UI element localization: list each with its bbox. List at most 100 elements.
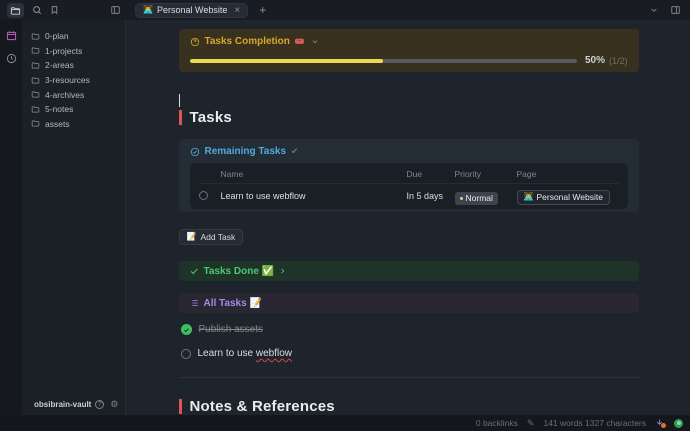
list-icon xyxy=(189,298,199,308)
word-count[interactable]: 141 words 1327 characters xyxy=(543,418,646,428)
completion-progress-fill xyxy=(190,59,384,63)
list-item: Learn to use webflow xyxy=(181,347,293,360)
sidebar-item-1-projects[interactable]: 1-projects xyxy=(31,44,125,59)
gear-icon[interactable]: ⚙ xyxy=(110,400,118,409)
folder-icon xyxy=(31,46,40,55)
question-circle-icon xyxy=(190,37,200,47)
priority-badge[interactable]: Normal xyxy=(455,192,498,205)
bookmark-icon[interactable] xyxy=(50,5,59,15)
expand-right-sidebar-icon[interactable] xyxy=(670,5,681,15)
ribbon xyxy=(0,20,22,415)
chevron-down-icon[interactable] xyxy=(649,6,659,14)
folder-icon xyxy=(31,105,40,114)
folder-label: 1-projects xyxy=(45,46,82,56)
table-row: Learn to use webflow In 5 days Normal 👨‍… xyxy=(199,184,619,207)
tab-title: Personal Website xyxy=(157,5,227,15)
tasks-completion-callout[interactable]: Tasks Completion 🎟️ 50% (1/2) xyxy=(179,29,639,72)
sidebar-item-5-notes[interactable]: 5-notes xyxy=(31,102,125,117)
new-tab-icon[interactable]: + xyxy=(259,4,266,16)
tasks-done-callout[interactable]: Tasks Done ✅ xyxy=(179,261,639,281)
tab-personal-website[interactable]: 👨‍💻 Personal Website × xyxy=(135,3,248,18)
remaining-tasks-table: Name Due Priority Page Learn to use webf… xyxy=(190,163,628,209)
priority-dot xyxy=(460,197,463,200)
update-available-icon[interactable] xyxy=(655,418,665,428)
folder-label: 3-resources xyxy=(45,75,90,85)
folder-icon xyxy=(31,61,40,70)
vault-name: obsibrain-vault xyxy=(34,400,91,409)
completion-emoji: 🎟️ xyxy=(295,38,305,46)
task-label[interactable]: Learn to use webflow xyxy=(198,348,293,359)
sync-status-icon[interactable] xyxy=(674,419,683,428)
page-link[interactable]: 👨‍💻 Personal Website xyxy=(517,190,610,205)
folder-icon xyxy=(31,90,40,99)
completion-title: Tasks Completion xyxy=(205,36,290,47)
heading-accent-bar xyxy=(179,110,182,125)
sidebar-item-4-archives[interactable]: 4-archives xyxy=(31,87,125,102)
files-icon[interactable] xyxy=(7,3,24,18)
folder-icon xyxy=(31,32,40,41)
task-name[interactable]: Learn to use webflow xyxy=(221,191,407,201)
check-circle-icon xyxy=(190,147,200,157)
folder-icon xyxy=(31,119,40,128)
task-due: In 5 days xyxy=(407,191,455,201)
completion-percent: 50% xyxy=(585,55,605,66)
folder-icon xyxy=(31,76,40,85)
text-cursor xyxy=(179,94,180,107)
list-item: Publish assets xyxy=(181,323,263,336)
heading-accent-bar xyxy=(179,399,182,414)
completion-fraction: (1/2) xyxy=(609,56,628,66)
folder-label: assets xyxy=(45,119,70,129)
remaining-tasks-callout: Remaining Tasks ✔ Name Due Priority Page… xyxy=(179,139,639,212)
collapse-left-sidebar-icon[interactable] xyxy=(110,5,121,15)
remaining-title: Remaining Tasks xyxy=(205,146,287,157)
col-priority: Priority xyxy=(455,169,517,179)
sidebar-header xyxy=(0,0,126,20)
title-bar: 👨‍💻 Personal Website × + xyxy=(0,0,690,20)
calendar-icon[interactable] xyxy=(6,30,17,41)
check-icon xyxy=(189,266,199,276)
col-due: Due xyxy=(407,169,455,179)
remaining-check-suffix: ✔ xyxy=(291,146,299,157)
sidebar-item-3-resources[interactable]: 3-resources xyxy=(31,73,125,88)
backlinks-count[interactable]: 0 backlinks xyxy=(476,418,518,428)
editor-pane: Tasks Completion 🎟️ 50% (1/2) Tasks Rema… xyxy=(127,20,690,415)
page-emoji: 👨‍💻 xyxy=(524,193,534,201)
search-icon[interactable] xyxy=(32,5,42,15)
clock-icon[interactable] xyxy=(6,53,17,64)
completion-progress-bar xyxy=(190,59,577,63)
status-bar: 0 backlinks ✎ 141 words 1327 characters xyxy=(0,415,690,431)
add-task-button[interactable]: 📝 Add Task xyxy=(179,229,244,245)
file-explorer: 0-plan 1-projects 2-areas 3-resources 4-… xyxy=(22,20,126,415)
all-title: All Tasks 📝 xyxy=(204,298,262,309)
done-title: Tasks Done ✅ xyxy=(204,266,275,277)
check-icon xyxy=(183,327,190,333)
all-tasks-callout[interactable]: All Tasks 📝 xyxy=(179,293,639,313)
col-page: Page xyxy=(517,169,619,179)
col-name: Name xyxy=(221,169,407,179)
folder-label: 2-areas xyxy=(45,60,74,70)
table-header-row: Name Due Priority Page xyxy=(199,165,619,184)
folder-label: 4-archives xyxy=(45,90,84,100)
folder-label: 0-plan xyxy=(45,31,69,41)
pencil-icon: ✎ xyxy=(527,419,535,428)
vault-switcher[interactable]: obsibrain-vault ? ⚙ xyxy=(25,397,122,412)
folder-label: 5-notes xyxy=(45,104,73,114)
notification-dot xyxy=(661,423,666,428)
checkbox-checked[interactable] xyxy=(181,324,192,335)
sidebar-item-2-areas[interactable]: 2-areas xyxy=(31,58,125,73)
tab-close-icon[interactable]: × xyxy=(234,5,240,16)
tasks-heading: Tasks xyxy=(179,109,232,126)
note-emoji-icon: 👨‍💻 xyxy=(143,6,153,14)
chevron-right-icon[interactable] xyxy=(279,267,286,275)
notes-references-heading: Notes & References xyxy=(179,398,335,415)
sidebar-item-assets[interactable]: assets xyxy=(31,117,125,132)
misspelled-word: webflow xyxy=(256,348,292,359)
horizontal-rule xyxy=(179,377,639,378)
collapse-chevron-icon[interactable] xyxy=(311,38,319,45)
help-icon[interactable]: ? xyxy=(95,400,104,409)
task-checkbox[interactable] xyxy=(199,191,208,200)
task-label[interactable]: Publish assets xyxy=(199,324,263,335)
sidebar-item-0-plan[interactable]: 0-plan xyxy=(31,29,125,44)
checkbox-unchecked[interactable] xyxy=(181,349,191,359)
add-task-icon: 📝 xyxy=(187,233,197,241)
